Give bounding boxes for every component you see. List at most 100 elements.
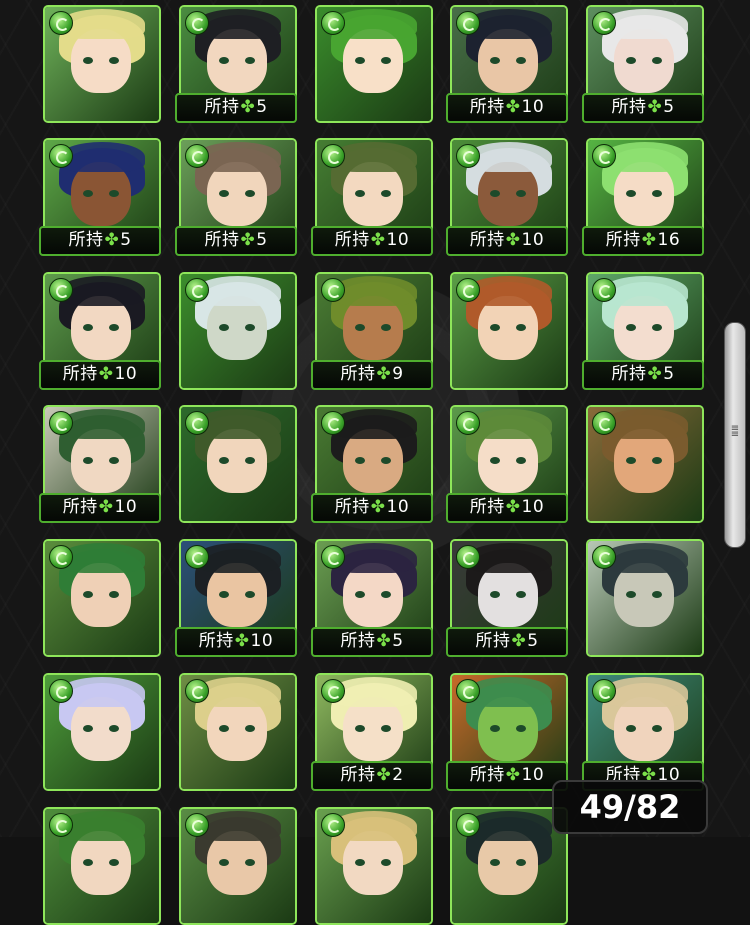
owned-count: 5 [663, 364, 675, 384]
monster-card[interactable] [586, 539, 704, 657]
clover-icon: ✤ [647, 97, 663, 117]
wood-attribute-icon [321, 11, 345, 35]
monster-card[interactable]: 所持✤9 [311, 272, 433, 390]
monster-card[interactable] [43, 673, 161, 791]
owned-count: 10 [521, 497, 545, 517]
monster-card[interactable]: 所持✤10 [39, 405, 161, 523]
wood-attribute-icon [321, 679, 345, 703]
portrait-eyes [626, 725, 662, 733]
wood-attribute-icon [456, 813, 480, 837]
monster-card[interactable] [315, 5, 433, 123]
portrait-eyes [626, 324, 662, 332]
monster-card[interactable]: 所持✤5 [175, 5, 297, 123]
monster-portrait-frame [43, 807, 161, 925]
monster-card[interactable]: 所持✤10 [175, 539, 297, 657]
wood-attribute-icon [456, 679, 480, 703]
monster-card[interactable] [315, 807, 433, 925]
monster-card[interactable]: 所持✤5 [582, 5, 704, 123]
monster-card[interactable] [179, 405, 297, 523]
owned-count-badge: 所持✤5 [446, 627, 568, 657]
monster-portrait-frame [586, 405, 704, 523]
monster-card[interactable]: 所持✤10 [446, 5, 568, 123]
clover-icon: ✤ [98, 497, 114, 517]
monster-card[interactable] [43, 807, 161, 925]
monster-card[interactable]: 所持✤5 [446, 539, 568, 657]
wood-attribute-icon [49, 11, 73, 35]
owned-count: 5 [392, 631, 404, 651]
monster-card[interactable] [43, 539, 161, 657]
monster-card[interactable] [179, 807, 297, 925]
owned-count-badge: 所持✤10 [39, 493, 161, 523]
portrait-eyes [83, 725, 119, 733]
monster-card[interactable]: 所持✤5 [39, 138, 161, 256]
owned-count-badge: 所持✤5 [582, 93, 704, 123]
wood-attribute-icon [592, 545, 616, 569]
owned-count-badge: 所持✤16 [582, 226, 704, 256]
monster-card[interactable]: 所持✤10 [311, 405, 433, 523]
owned-label: 所持 [605, 230, 641, 250]
portrait-eyes [490, 457, 526, 465]
portrait-eyes [83, 190, 119, 198]
monster-card[interactable]: 所持✤2 [311, 673, 433, 791]
box-count-indicator: 49/82 [552, 780, 708, 834]
portrait-eyes [355, 859, 391, 867]
wood-attribute-icon [456, 545, 480, 569]
owned-label: 所持 [340, 765, 376, 785]
scrollbar[interactable]: ≡ ≡ [724, 322, 746, 548]
monster-card[interactable]: 所持✤5 [311, 539, 433, 657]
monster-card[interactable] [450, 272, 568, 390]
portrait-eyes [219, 190, 255, 198]
monster-card[interactable]: 所持✤5 [175, 138, 297, 256]
wood-attribute-icon [185, 813, 209, 837]
wood-attribute-icon [321, 278, 345, 302]
wood-attribute-icon [49, 144, 73, 168]
owned-count-badge: 所持✤10 [446, 93, 568, 123]
monster-card[interactable] [179, 673, 297, 791]
wood-attribute-icon [49, 813, 73, 837]
monster-card[interactable]: 所持✤10 [311, 138, 433, 256]
monster-card[interactable]: 所持✤10 [446, 138, 568, 256]
monster-portrait-frame [586, 539, 704, 657]
monster-portrait-frame [43, 673, 161, 791]
monster-portrait-frame [179, 807, 297, 925]
clover-icon: ✤ [240, 230, 256, 250]
wood-attribute-icon [49, 545, 73, 569]
owned-count-badge: 所持✤10 [311, 226, 433, 256]
monster-card[interactable]: 所持✤5 [582, 272, 704, 390]
monster-card[interactable] [586, 405, 704, 523]
wood-attribute-icon [185, 278, 209, 302]
owned-label: 所持 [198, 631, 234, 651]
owned-label: 所持 [334, 230, 370, 250]
owned-count: 10 [386, 230, 410, 250]
wood-attribute-icon [49, 411, 73, 435]
clover-icon: ✤ [240, 97, 256, 117]
wood-attribute-icon [185, 545, 209, 569]
owned-count: 5 [663, 97, 675, 117]
monster-card[interactable] [179, 272, 297, 390]
owned-count: 2 [392, 765, 404, 785]
monster-card[interactable]: 所持✤10 [446, 673, 568, 791]
monster-card[interactable]: 所持✤10 [39, 272, 161, 390]
monster-card[interactable] [43, 5, 161, 123]
portrait-eyes [490, 57, 526, 65]
portrait-eyes [490, 190, 526, 198]
portrait-eyes [626, 190, 662, 198]
monster-card[interactable] [450, 807, 568, 925]
owned-count-badge: 所持✤5 [175, 93, 297, 123]
clover-icon: ✤ [370, 230, 386, 250]
clover-icon: ✤ [505, 97, 521, 117]
monster-card[interactable]: 所持✤10 [446, 405, 568, 523]
monster-portrait-frame [179, 272, 297, 390]
owned-label: 所持 [68, 230, 104, 250]
owned-count: 10 [114, 497, 138, 517]
monster-card[interactable]: 所持✤16 [582, 138, 704, 256]
owned-label: 所持 [62, 497, 98, 517]
owned-label: 所持 [204, 97, 240, 117]
portrait-eyes [355, 591, 391, 599]
wood-attribute-icon [592, 278, 616, 302]
monster-card[interactable]: 所持✤10 [582, 673, 704, 791]
monster-portrait-frame [43, 539, 161, 657]
portrait-eyes [219, 859, 255, 867]
wood-attribute-icon [592, 11, 616, 35]
owned-label: 所持 [469, 765, 505, 785]
